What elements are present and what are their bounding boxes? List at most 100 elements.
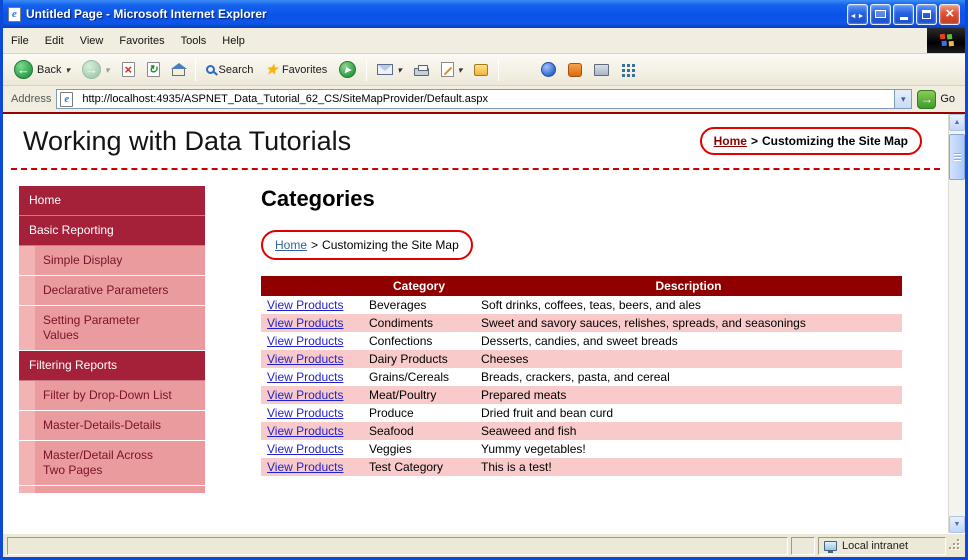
view-products-link[interactable]: View Products [267, 424, 343, 438]
toolbox-button[interactable] [589, 61, 614, 79]
view-products-link[interactable]: View Products [267, 442, 343, 456]
maximize-icon [922, 9, 931, 19]
sidebar-item-simple-display[interactable]: Simple Display [19, 246, 205, 276]
sidebar-item-filter-by-dropdown-list[interactable]: Filter by Drop-Down List [19, 381, 205, 411]
toolbar-separator [366, 58, 368, 81]
toolbar-separator [194, 58, 196, 81]
menu-item-help[interactable]: Help [214, 28, 253, 53]
category-cell: Condiments [363, 314, 475, 332]
view-products-link[interactable]: View Products [267, 406, 343, 420]
mail-icon [377, 64, 394, 75]
category-cell: Dairy Products [363, 350, 475, 368]
view-products-link[interactable]: View Products [267, 388, 343, 402]
sidebar-item-home[interactable]: Home [19, 186, 205, 216]
pan-arrows-button[interactable] [847, 3, 868, 25]
menu-item-view[interactable]: View [72, 28, 112, 53]
view-products-link[interactable]: View Products [267, 460, 343, 474]
standard-toolbar: Back Search Favorites [3, 54, 965, 86]
fullscreen-button[interactable] [870, 3, 891, 25]
stop-button[interactable] [117, 59, 140, 80]
left-right-arrows-icon [850, 5, 866, 23]
back-label: Back [37, 63, 62, 76]
sidebar-item-basic-reporting[interactable]: Basic Reporting [19, 216, 205, 246]
go-label: Go [940, 93, 955, 105]
status-zone-label: Local intranet [842, 539, 909, 552]
print-button[interactable] [409, 60, 434, 79]
back-button[interactable]: Back [9, 57, 75, 82]
sidebar-item-declarative-parameters[interactable]: Declarative Parameters [19, 276, 205, 306]
view-products-link[interactable]: View Products [267, 352, 343, 366]
maximize-button[interactable] [916, 3, 937, 25]
category-cell: Seafood [363, 422, 475, 440]
content-heading: Categories [261, 186, 375, 211]
messenger-button[interactable] [469, 61, 493, 79]
forward-button[interactable] [77, 57, 115, 82]
view-products-link[interactable]: View Products [267, 298, 343, 312]
page-header: Working with Data Tutorials Home > Customi… [3, 114, 948, 157]
description-cell: Soft drinks, coffees, teas, beers, and a… [481, 298, 701, 312]
scroll-thumb[interactable] [949, 134, 965, 180]
web-page: Working with Data Tutorials Home > Customi… [3, 114, 948, 533]
description-cell: Sweet and savory sauces, relishes, sprea… [475, 314, 902, 332]
sidebar-item-setting-parameter-values[interactable]: Setting Parameter Values [19, 306, 205, 351]
scroll-down-button[interactable] [949, 516, 965, 533]
vertical-scrollbar[interactable] [948, 114, 965, 533]
search-label: Search [218, 63, 254, 76]
menu-item-tools[interactable]: Tools [173, 28, 215, 53]
window-title: Untitled Page - Microsoft Internet Explo… [26, 7, 267, 21]
scroll-up-button[interactable] [949, 114, 965, 131]
sidebar-indent [19, 306, 35, 350]
sidebar-indent [19, 246, 35, 275]
resize-grip[interactable] [949, 539, 963, 555]
sidebar-item-master-details-details[interactable]: Master-Details-Details [19, 411, 205, 441]
mail-button[interactable] [372, 61, 407, 79]
description-cell: Yummy vegetables! [481, 442, 586, 456]
menu-spacer [253, 28, 927, 53]
close-button[interactable] [939, 3, 960, 25]
menu-bar: File Edit View Favorites Tools Help [3, 28, 965, 54]
go-button[interactable]: Go [917, 89, 961, 109]
sidebar-item-label: Master-Details-Details [35, 411, 205, 440]
sidebar-item-partial[interactable] [19, 486, 205, 493]
table-row: View Products Meat/Poultry Prepared meat… [261, 386, 902, 404]
favorites-button[interactable]: Favorites [260, 58, 332, 81]
home-button[interactable] [167, 60, 190, 79]
view-products-link[interactable]: View Products [267, 370, 343, 384]
windows-logo-icon [939, 33, 945, 40]
grid-icon [621, 63, 634, 76]
table-row: View Products Confections Desserts, cand… [261, 332, 902, 350]
favorites-label: Favorites [281, 63, 328, 76]
menu-item-favorites[interactable]: Favorites [111, 28, 172, 53]
sidebar-item-filtering-reports[interactable]: Filtering Reports [19, 351, 205, 381]
discussions-button[interactable] [536, 59, 561, 80]
sidebar-item-label [35, 486, 205, 493]
media-button[interactable] [334, 58, 361, 81]
header-breadcrumb-home-link[interactable]: Home [714, 134, 747, 148]
research-button[interactable] [563, 60, 587, 80]
printer-icon [413, 65, 429, 76]
stop-icon [121, 62, 135, 77]
sidebar-item-label: Master/Detail Across Two Pages [35, 441, 205, 485]
refresh-button[interactable] [142, 59, 165, 80]
table-row: View Products Beverages Soft drinks, cof… [261, 296, 902, 314]
refresh-icon [146, 62, 160, 77]
sidebar-item-label: Simple Display [35, 246, 205, 275]
table-row: View Products Condiments Sweet and savor… [261, 314, 902, 332]
back-dropdown-icon [65, 64, 70, 76]
address-field[interactable]: http://localhost:4935/ASPNET_Data_Tutori… [56, 89, 913, 109]
quick-links-button[interactable] [616, 60, 639, 79]
menu-item-edit[interactable]: Edit [37, 28, 72, 53]
view-products-link[interactable]: View Products [267, 316, 343, 330]
edit-button[interactable] [436, 59, 468, 80]
search-button[interactable]: Search [201, 61, 259, 79]
content-breadcrumb-home-link[interactable]: Home [275, 238, 307, 252]
minimize-button[interactable] [893, 3, 914, 25]
menu-item-file[interactable]: File [3, 28, 37, 53]
address-dropdown-button[interactable] [894, 90, 912, 108]
screen-icon [875, 10, 886, 18]
sidebar-item-master-detail-two-pages[interactable]: Master/Detail Across Two Pages [19, 441, 205, 486]
view-products-link[interactable]: View Products [267, 334, 343, 348]
home-icon [170, 63, 187, 76]
title-bar: Untitled Page - Microsoft Internet Explo… [3, 0, 965, 28]
category-cell: Meat/Poultry [363, 386, 475, 404]
